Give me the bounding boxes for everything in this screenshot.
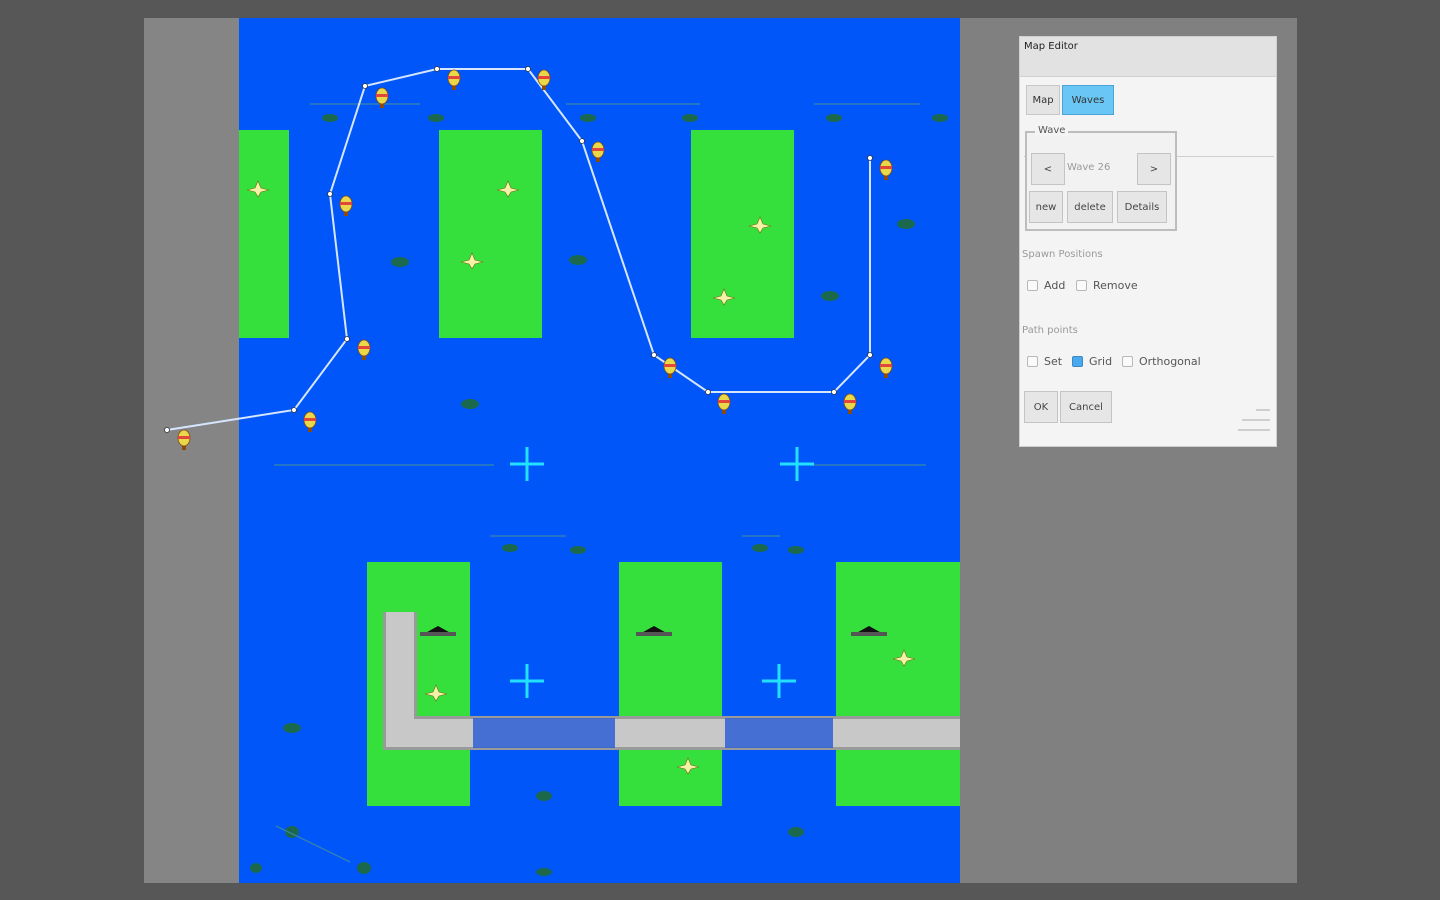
helicopter-icon [826,114,842,122]
wave-groupbox: Wave < Wave 26 > new delete Details [1025,125,1177,231]
helicopter-icon [821,291,839,301]
bridge [473,718,615,748]
dialog-titlebar[interactable]: Map Editor [1020,37,1276,77]
tab-waves[interactable]: Waves [1062,85,1114,115]
path-set-label: Set [1044,355,1063,368]
bridge [725,718,833,748]
plane-icon [424,684,448,702]
plane-icon [496,180,520,198]
prev-wave-button[interactable]: < [1031,153,1065,185]
spawn-remove-checkbox[interactable] [1076,280,1087,291]
delete-wave-button[interactable]: delete [1067,191,1113,223]
helicopter-icon [932,114,948,122]
balloon-icon [303,411,317,432]
helicopter-icon [250,863,262,873]
spawn-markers [510,447,814,698]
plane-icon [748,216,772,234]
ok-button[interactable]: OK [1024,391,1058,423]
path-point[interactable] [164,427,170,433]
hangar-icon [851,626,887,636]
crosshair-icon[interactable] [510,664,544,698]
tab-map[interactable]: Map [1026,85,1060,115]
path-grid-label: Grid [1089,355,1113,368]
path-points-label: Path points [1022,325,1078,336]
map-editor-dialog: Map Editor Map Waves Wave < Wave 26 > ne… [1019,36,1277,447]
helicopter-icon [569,255,587,265]
balloon-icon [447,69,461,90]
next-wave-button[interactable]: > [1137,153,1171,185]
path-point[interactable] [344,336,350,342]
balloon-icon [177,429,191,450]
balloon-icon [537,69,551,90]
cancel-button[interactable]: Cancel [1060,391,1112,423]
helicopter-icon [536,791,552,801]
wave-group-legend: Wave [1035,125,1069,136]
spawn-add-checkbox[interactable] [1027,280,1038,291]
balloon-icon [879,159,893,180]
balloon-icon [375,87,389,108]
plane-icon [892,649,916,667]
balloon-icon [663,357,677,378]
path-point[interactable] [327,191,333,197]
crosshair-icon[interactable] [510,447,544,481]
hangar-icon [636,626,672,636]
helicopter-icon [788,827,804,837]
helicopter-icon [502,544,518,552]
helicopter-icon [391,257,409,267]
resize-grip-icon[interactable] [1256,409,1270,411]
current-wave-label: Wave 26 [1067,162,1111,173]
plane-icon [246,180,270,198]
path-grid-checkbox[interactable] [1072,356,1083,367]
path-orthogonal-checkbox[interactable] [1122,356,1133,367]
plane-icon [460,252,484,270]
balloon-icon [591,141,605,162]
balloon-icon [357,339,371,360]
helicopter-icon [536,868,552,876]
spawn-remove-label: Remove [1093,279,1138,292]
plane-icon [676,757,700,775]
path-point[interactable] [831,389,837,395]
spawn-add-label: Add [1044,279,1066,292]
details-button[interactable]: Details [1117,191,1167,223]
path-orthogonal-label: Orthogonal [1139,355,1201,368]
path-point[interactable] [434,66,440,72]
hangar-icon [420,626,456,636]
helicopter-icon [788,546,804,554]
path-point[interactable] [867,155,873,161]
path-point[interactable] [291,407,297,413]
helicopter-icon [428,114,444,122]
helicopter-icon [752,544,768,552]
helicopter-icon [322,114,338,122]
path-point[interactable] [579,138,585,144]
wave-path[interactable] [164,66,873,433]
path-point[interactable] [867,352,873,358]
dialog-title: Map Editor [1024,41,1078,52]
plane-icon [712,288,736,306]
crosshair-icon[interactable] [780,447,814,481]
path-point[interactable] [525,66,531,72]
helicopter-icon [461,399,479,409]
new-wave-button[interactable]: new [1029,191,1063,223]
path-point[interactable] [651,352,657,358]
balloon-icon [339,195,353,216]
helicopter-icon [570,546,586,554]
helicopter-icon [283,723,301,733]
helicopter-icon [580,114,596,122]
path-point[interactable] [705,389,711,395]
path-point[interactable] [362,83,368,89]
resize-grip-icon[interactable] [1242,419,1270,421]
crosshair-icon[interactable] [762,664,796,698]
helicopter-icon [897,219,915,229]
balloon-icon [843,393,857,414]
balloon-icon [717,393,731,414]
path-set-checkbox[interactable] [1027,356,1038,367]
helicopter-icon [357,862,371,874]
balloon-icon [879,357,893,378]
helicopter-icon [682,114,698,122]
resize-grip-icon[interactable] [1238,429,1270,431]
spawn-positions-label: Spawn Positions [1022,249,1103,260]
